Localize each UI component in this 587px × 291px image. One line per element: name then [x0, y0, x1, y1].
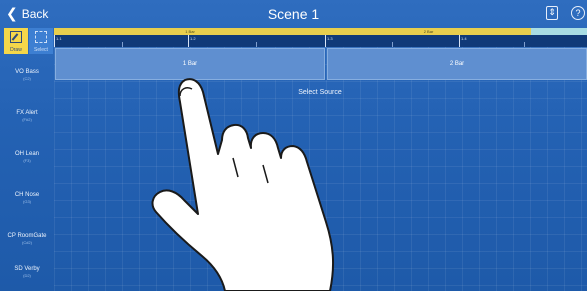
track-item[interactable]: SD Verby (D2)	[0, 251, 54, 291]
ruler-bar-1[interactable]: 1 Bar	[54, 28, 326, 35]
ruler-tick-label: 1.1	[56, 36, 62, 41]
track-name: OH Lean	[14, 151, 39, 157]
scene-editor: ❮ Back Scene 1 ⇕ ? Draw Select 1 Bar 2 B…	[0, 0, 587, 291]
question-circle-icon[interactable]: ?	[571, 6, 585, 20]
top-bar: ❮ Back Scene 1 ⇕ ?	[0, 0, 587, 27]
hand-shape	[151, 78, 335, 291]
ruler-tick-label: 1.2	[190, 36, 196, 41]
track-name: SD Verby	[14, 266, 40, 272]
track-note: (G3)	[23, 199, 31, 204]
tapping-hand-icon	[151, 78, 335, 291]
page-title: Scene 1	[267, 6, 320, 22]
track-item[interactable]: OH Lean (F3)	[0, 136, 54, 176]
pencil-icon	[10, 31, 22, 43]
track-note: (C2)	[23, 76, 31, 81]
select-tool-label: Select	[34, 47, 48, 53]
ruler-tick	[325, 35, 326, 47]
track-note: (F#2)	[22, 117, 32, 122]
back-button[interactable]: ❮ Back	[6, 5, 48, 23]
track-note: (D2)	[23, 273, 31, 278]
chevron-left-icon: ❮	[6, 6, 18, 22]
ruler[interactable]: 1.1 1.2 1.3 1.4	[54, 35, 587, 47]
select-tool-button[interactable]: Select	[29, 28, 53, 54]
ruler-tick	[188, 35, 189, 47]
track-note: (F3)	[23, 158, 31, 163]
back-label: Back	[21, 7, 49, 21]
track-note: (C#2)	[21, 240, 32, 245]
draw-tool-label: Draw	[10, 47, 22, 53]
up-down-arrows-icon[interactable]: ⇕	[546, 6, 558, 20]
track-name: FX Alert	[16, 110, 38, 116]
ruler-tick	[54, 35, 55, 47]
track-name: CH Nose	[14, 192, 40, 198]
ruler-tick-label: 1.4	[461, 36, 467, 41]
ruler-bar-2[interactable]: 2 Bar	[326, 28, 531, 35]
ruler-tick	[459, 35, 460, 47]
ruler-tick-label: 1.3	[327, 36, 333, 41]
track-item[interactable]: FX Alert (F#2)	[0, 95, 54, 135]
draw-tool-button[interactable]: Draw	[4, 28, 28, 54]
track-name: VO Bass	[15, 69, 39, 75]
ruler-bar-3[interactable]	[531, 28, 587, 35]
selection-box-icon	[35, 31, 47, 43]
track-name: CP RoomGate	[7, 233, 47, 239]
track-item[interactable]: CH Nose (G3)	[0, 177, 54, 217]
